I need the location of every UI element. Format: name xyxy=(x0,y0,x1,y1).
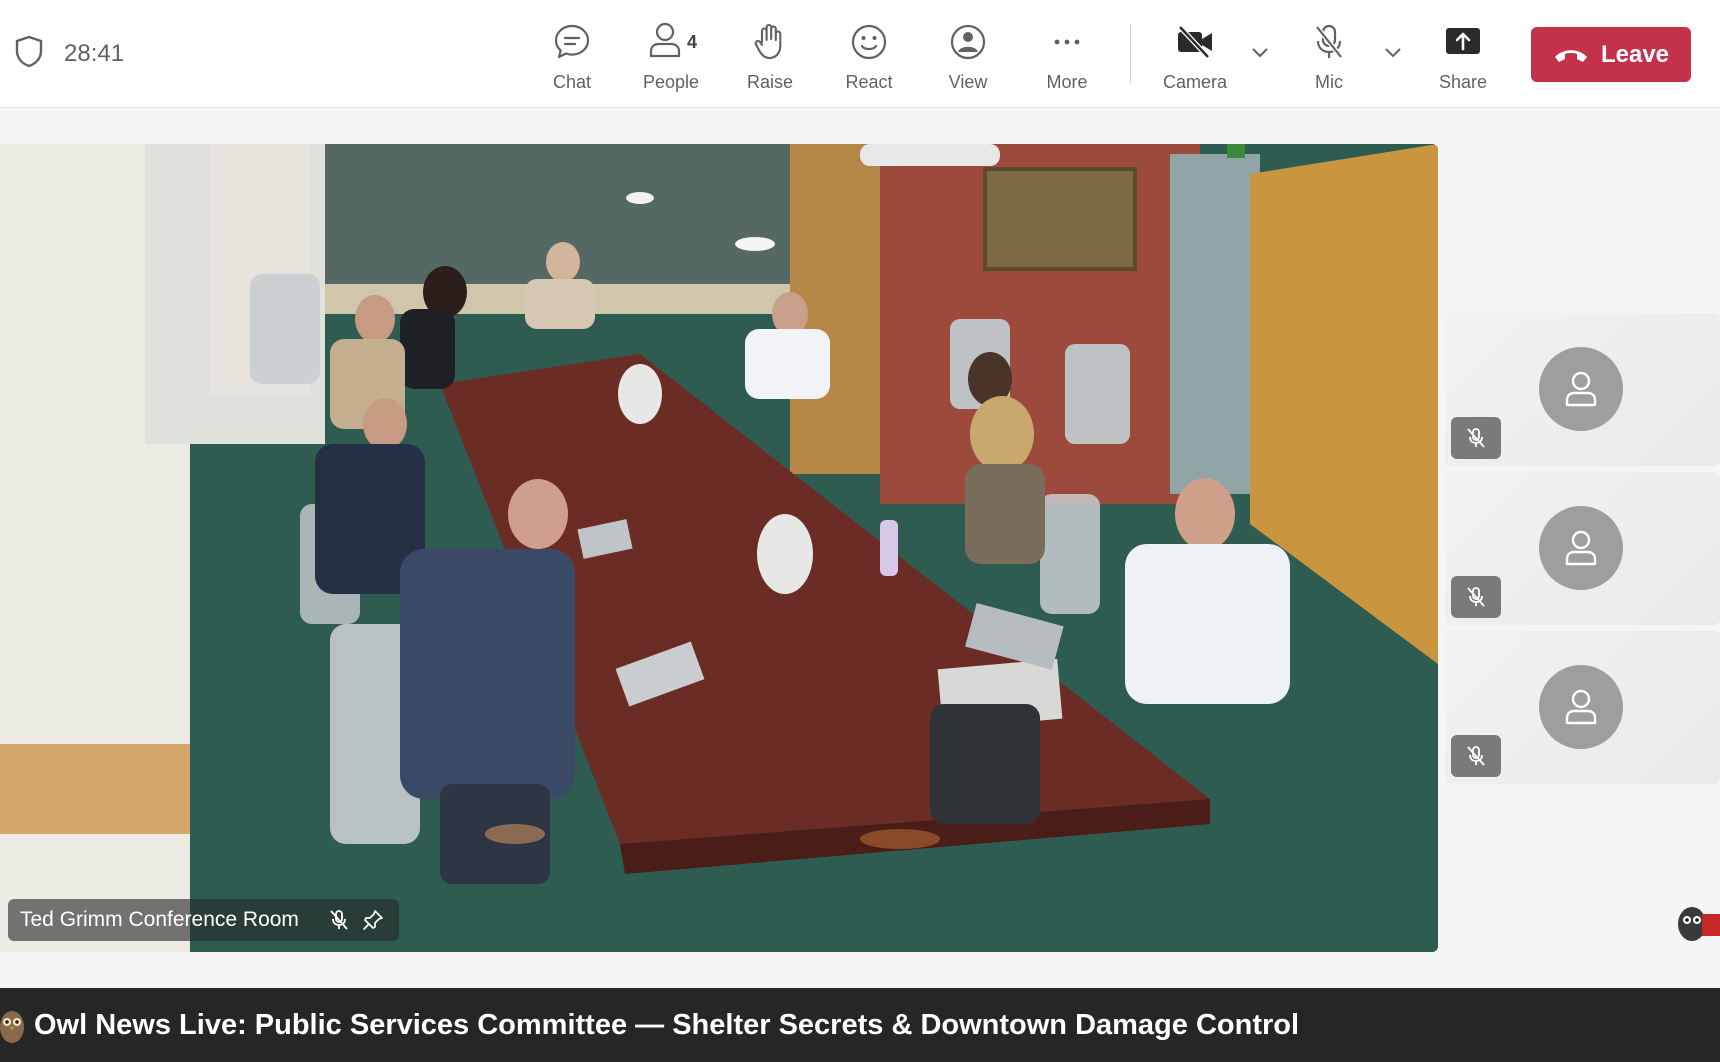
mic-off-icon xyxy=(1309,18,1349,66)
participant-name: Ted Grimm Conference Room xyxy=(20,908,299,931)
mic-options-chevron-icon[interactable] xyxy=(1381,40,1405,64)
more-label: More xyxy=(1046,72,1088,92)
more-dots-icon xyxy=(1047,18,1087,66)
participant-tile[interactable] xyxy=(1445,631,1720,784)
chat-label: Chat xyxy=(552,72,592,92)
hang-up-phone-icon xyxy=(1554,49,1587,62)
mic-button[interactable]: Mic xyxy=(1281,18,1377,98)
view-label: View xyxy=(948,72,988,92)
people-icon xyxy=(645,20,685,65)
share-label: Share xyxy=(1438,72,1488,92)
person-icon xyxy=(1565,689,1597,725)
camera-label: Camera xyxy=(1162,72,1228,92)
meeting-timer: 28:41 xyxy=(64,39,125,67)
pin-icon[interactable] xyxy=(361,908,385,932)
person-icon xyxy=(1565,371,1597,407)
ticker-text: Owl News Live: Public Services Committee… xyxy=(34,1008,1300,1041)
camera-off-icon xyxy=(1175,18,1215,66)
avatar xyxy=(1539,506,1623,590)
owl-brand-logo xyxy=(1678,907,1720,941)
participant-muted-badge xyxy=(1451,735,1501,777)
participant-tile[interactable] xyxy=(1445,472,1720,625)
raise-hand-button[interactable]: Raise xyxy=(722,18,818,98)
mic-muted-icon xyxy=(330,910,348,930)
meeting-toolbar: 28:41 Chat 4 People Raise React View Mor… xyxy=(0,0,1720,108)
avatar xyxy=(1539,347,1623,431)
avatar xyxy=(1539,665,1623,749)
participant-name-tag: Ted Grimm Conference Room xyxy=(8,899,399,941)
share-button[interactable]: Share xyxy=(1415,18,1511,98)
main-video-feed[interactable]: Ted Grimm Conference Room xyxy=(0,144,1438,952)
camera-options-chevron-icon[interactable] xyxy=(1248,40,1272,64)
toolbar-divider xyxy=(1130,24,1131,84)
chat-button[interactable]: Chat xyxy=(524,18,620,98)
participant-muted-badge xyxy=(1451,576,1501,618)
leave-label: Leave xyxy=(1600,40,1670,68)
leave-button[interactable]: Leave xyxy=(1531,27,1691,82)
people-label: People xyxy=(642,72,700,92)
mic-muted-icon xyxy=(1467,428,1485,448)
camera-button[interactable]: Camera xyxy=(1147,18,1243,98)
meeting-info: 28:41 xyxy=(14,34,124,73)
owl-icon xyxy=(0,1011,24,1043)
people-button[interactable]: 4 People xyxy=(623,18,719,98)
participant-tile[interactable] xyxy=(1445,313,1720,466)
people-count: 4 xyxy=(686,31,697,52)
mic-label: Mic xyxy=(1315,72,1343,92)
react-button[interactable]: React xyxy=(821,18,917,98)
chat-icon xyxy=(552,18,592,66)
raise-hand-icon xyxy=(750,18,790,66)
more-button[interactable]: More xyxy=(1019,18,1115,98)
mic-muted-icon xyxy=(1467,746,1485,766)
person-icon xyxy=(1565,530,1597,566)
smiley-icon xyxy=(849,18,889,66)
conference-room-video-image xyxy=(0,144,1438,952)
share-icon xyxy=(1443,18,1483,66)
shield-icon xyxy=(14,34,44,73)
view-button[interactable]: View xyxy=(920,18,1016,98)
news-ticker: Owl News Live: Public Services Committee… xyxy=(0,988,1720,1062)
participant-muted-badge xyxy=(1451,417,1501,459)
view-icon xyxy=(948,18,988,66)
react-label: React xyxy=(845,72,893,92)
mic-muted-icon xyxy=(1467,587,1485,607)
raise-label: Raise xyxy=(746,72,794,92)
